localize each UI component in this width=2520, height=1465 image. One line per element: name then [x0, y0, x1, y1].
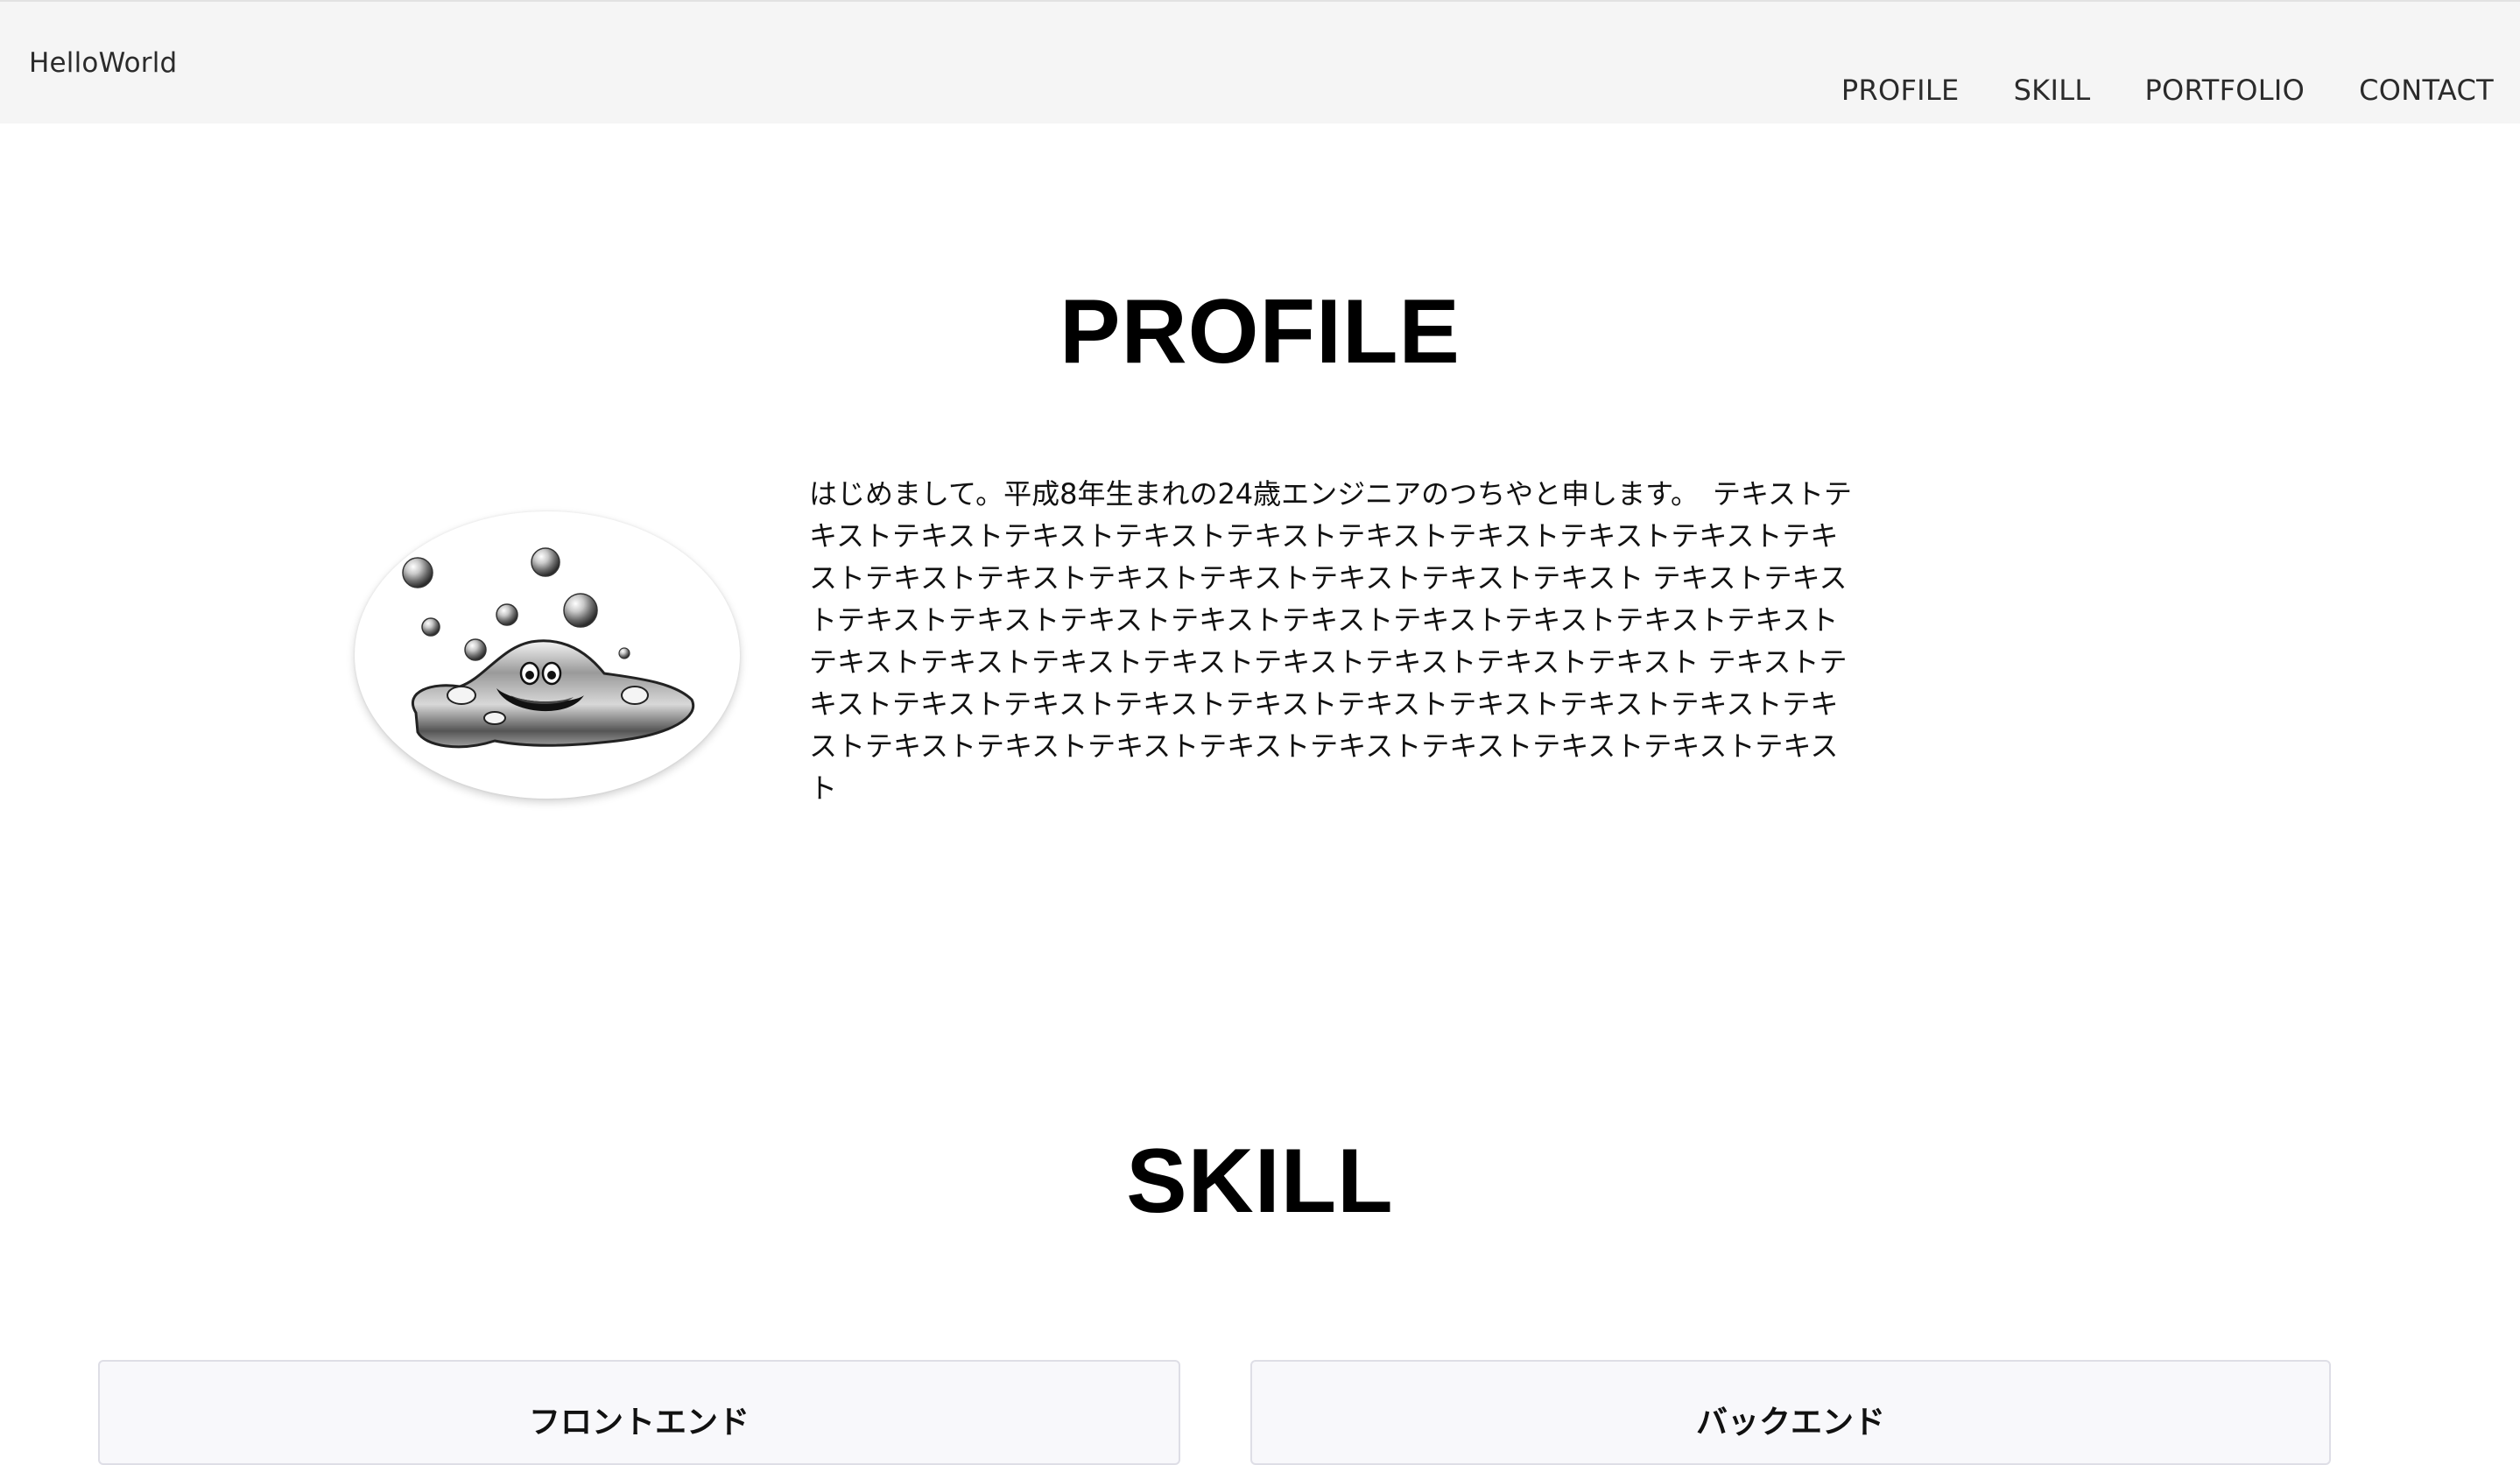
nav-link-portfolio[interactable]: PORTFOLIO	[2144, 74, 2305, 107]
skill-card-title: フロントエンド	[528, 1405, 750, 1440]
skill-card-title: バックエンド	[1695, 1405, 1885, 1440]
skill-card-frontend: フロントエンド	[98, 1360, 1180, 1465]
metal-slime-icon	[402, 547, 695, 749]
nav-link-contact[interactable]: CONTACT	[2359, 74, 2494, 107]
skill-card-backend: バックエンド	[1250, 1360, 2331, 1465]
nav-link-profile[interactable]: PROFILE	[1841, 74, 1960, 107]
nav-link-skill[interactable]: SKILL	[2014, 74, 2091, 107]
skill-section-title: SKILL	[1126, 1130, 1394, 1232]
profile-section-title: PROFILE	[1059, 281, 1461, 383]
profile-avatar	[355, 511, 740, 799]
profile-description: はじめまして。平成8年生まれの24歳エンジニアのつちやと申します。 テキストテキ…	[809, 477, 1853, 805]
site-header: HelloWorld PROFILE SKILL PORTFOLIO CONTA…	[0, 0, 2520, 123]
brand-logo-link[interactable]: HelloWorld	[29, 47, 177, 79]
main-nav: PROFILE SKILL PORTFOLIO CONTACT	[1841, 74, 2494, 107]
